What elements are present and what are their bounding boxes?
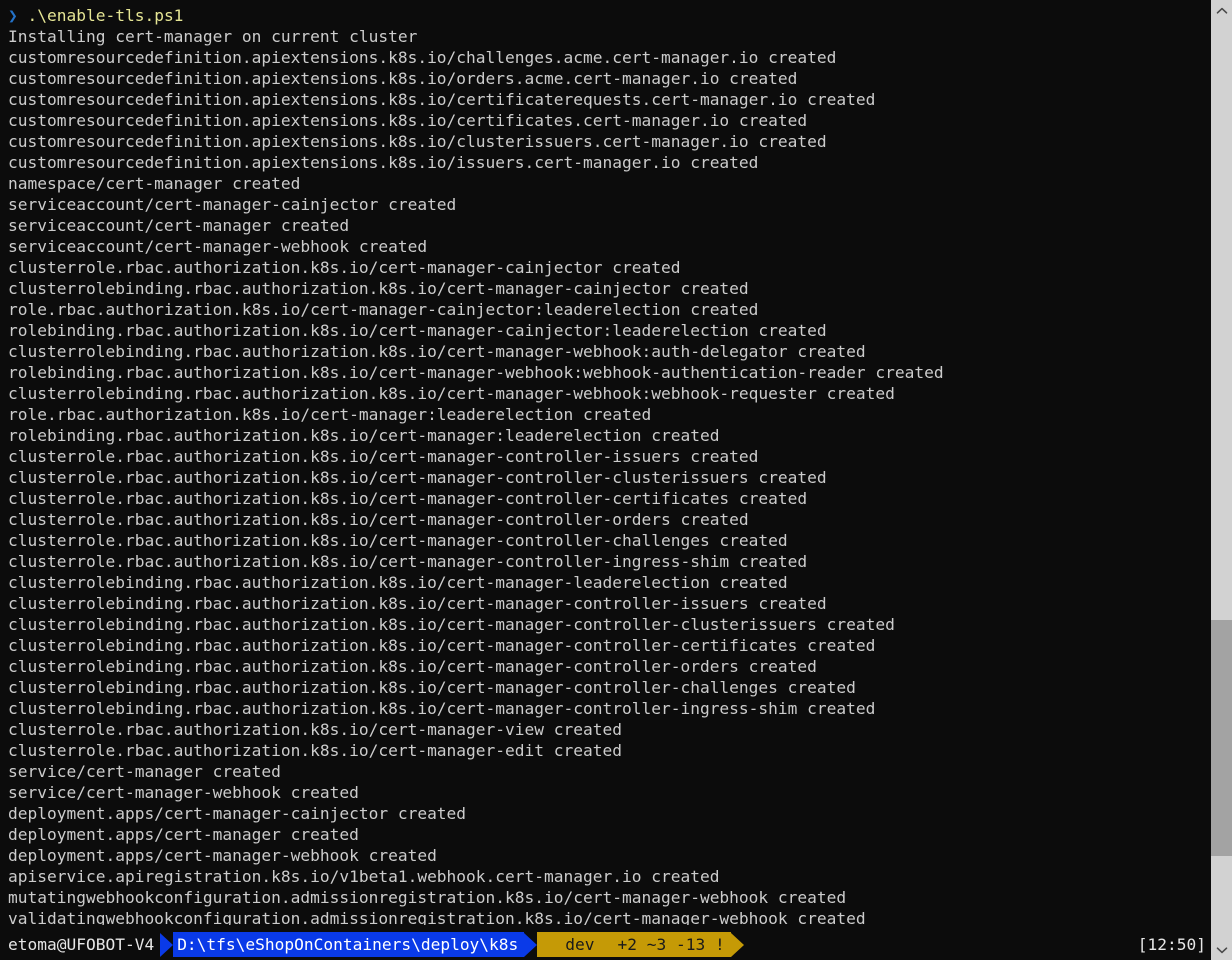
output-line: customresourcedefinition.apiextensions.k… [8,69,798,88]
git-dirty-marker: ! [715,935,725,954]
output-line: role.rbac.authorization.k8s.io/cert-mana… [8,300,759,319]
output-line: service/cert-manager-webhook created [8,783,359,802]
clock-label: [12:50] [1137,935,1206,954]
output-line: apiservice.apiregistration.k8s.io/v1beta… [8,867,720,886]
git-segment-right-arrow-icon [730,932,744,957]
output-line: namespace/cert-manager created [8,174,301,193]
output-line: mutatingwebhookconfiguration.admissionre… [8,888,847,907]
git-deleted-count: -13 [676,935,706,954]
output-line: clusterrolebinding.rbac.authorization.k8… [8,636,876,655]
path-label: D:\tfs\eShopOnContainers\deploy\k8s [177,935,519,954]
output-line: clusterrolebinding.rbac.authorization.k8… [8,699,876,718]
terminal-output-buffer[interactable]: ❯ .\enable-tls.ps1 Installing cert-manag… [0,0,1211,925]
path-segment: D:\tfs\eShopOnContainers\deploy\k8s [173,932,525,957]
output-line: deployment.apps/cert-manager created [8,825,359,844]
user-host-label: etoma@UFOBOT-V4 [8,935,155,954]
output-line: clusterrole.rbac.authorization.k8s.io/ce… [8,531,788,550]
git-segment: dev +2 ~3 -13 ! [537,932,731,957]
terminal-window: ❯ .\enable-tls.ps1 Installing cert-manag… [0,0,1232,960]
output-line: serviceaccount/cert-manager created [8,216,350,235]
git-added-count: +2 [617,935,638,954]
status-bar: etoma@UFOBOT-V4 D:\tfs\eShopOnContainers… [0,929,1211,960]
output-line: clusterrole.rbac.authorization.k8s.io/ce… [8,258,681,277]
output-line: role.rbac.authorization.k8s.io/cert-mana… [8,405,652,424]
command-text: .\enable-tls.ps1 [27,6,184,25]
output-line: customresourcedefinition.apiextensions.k… [8,90,876,109]
output-line: deployment.apps/cert-manager-cainjector … [8,804,467,823]
output-line: clusterrolebinding.rbac.authorization.k8… [8,594,827,613]
scrollbar-up-button[interactable] [1211,0,1232,21]
output-line: deployment.apps/cert-manager-webhook cre… [8,846,437,865]
user-host-segment: etoma@UFOBOT-V4 [0,932,161,957]
output-line: clusterrole.rbac.authorization.k8s.io/ce… [8,447,759,466]
output-line: clusterrolebinding.rbac.authorization.k8… [8,279,749,298]
path-segment-left-arrow-icon [160,932,174,957]
git-branch-label: dev [565,935,595,954]
output-line: clusterrole.rbac.authorization.k8s.io/ce… [8,510,749,529]
command-line: ❯ .\enable-tls.ps1 [8,5,1211,26]
output-line: rolebinding.rbac.authorization.k8s.io/ce… [8,321,827,340]
output-line: clusterrolebinding.rbac.authorization.k8… [8,615,895,634]
output-line: clusterrolebinding.rbac.authorization.k8… [8,657,817,676]
output-line: customresourcedefinition.apiextensions.k… [8,153,759,172]
output-line: clusterrole.rbac.authorization.k8s.io/ce… [8,552,808,571]
git-count-spacer-1 [637,932,647,957]
output-line-list: Installing cert-manager on current clust… [8,26,1211,925]
prompt-spacer [18,6,28,25]
path-segment-right-arrow-icon [524,932,538,957]
git-count-spacer-2 [666,932,676,957]
output-line: rolebinding.rbac.authorization.k8s.io/ce… [8,426,720,445]
scrollbar-thumb[interactable] [1211,620,1232,856]
output-line: customresourcedefinition.apiextensions.k… [8,111,808,130]
output-line: clusterrolebinding.rbac.authorization.k8… [8,573,788,592]
output-line: clusterrolebinding.rbac.authorization.k8… [8,678,856,697]
stash-icon [599,939,610,952]
scrollbar[interactable] [1211,0,1232,960]
git-branch-icon [545,938,558,954]
output-line: rolebinding.rbac.authorization.k8s.io/ce… [8,363,944,382]
output-line: serviceaccount/cert-manager-cainjector c… [8,195,457,214]
git-modified-count: ~3 [646,935,667,954]
git-count-spacer-3 [705,932,715,957]
output-line: serviceaccount/cert-manager-webhook crea… [8,237,428,256]
output-line: clusterrole.rbac.authorization.k8s.io/ce… [8,468,827,487]
output-line: clusterrolebinding.rbac.authorization.k8… [8,342,866,361]
output-line: Installing cert-manager on current clust… [8,27,418,46]
output-line: validatingwebhookconfiguration.admission… [8,909,866,925]
output-line: service/cert-manager created [8,762,281,781]
output-line: clusterrole.rbac.authorization.k8s.io/ce… [8,741,622,760]
prompt-chevron-icon: ❯ [8,6,18,25]
output-line: clusterrole.rbac.authorization.k8s.io/ce… [8,489,808,508]
output-line: customresourcedefinition.apiextensions.k… [8,48,837,67]
scrollbar-down-button[interactable] [1211,939,1232,960]
output-line: clusterrole.rbac.authorization.k8s.io/ce… [8,720,622,739]
output-line: customresourcedefinition.apiextensions.k… [8,132,827,151]
output-line: clusterrolebinding.rbac.authorization.k8… [8,384,895,403]
